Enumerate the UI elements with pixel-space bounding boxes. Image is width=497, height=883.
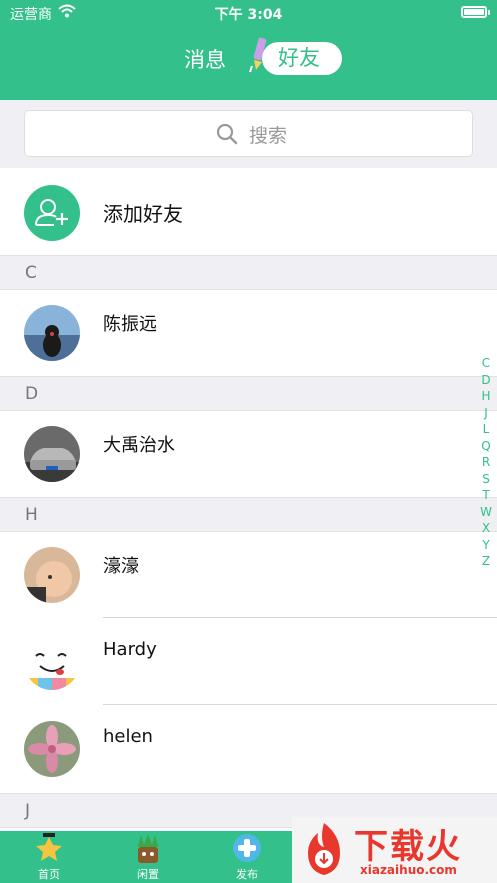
index-letter[interactable]: L bbox=[479, 421, 493, 438]
search-bar: 搜索 bbox=[0, 100, 497, 168]
search-icon bbox=[216, 123, 238, 145]
tab-publish[interactable]: 发布 bbox=[212, 831, 282, 883]
tab-friends[interactable]: 好友 bbox=[262, 42, 342, 75]
index-letter[interactable]: Z bbox=[479, 553, 493, 570]
watermark-logo: 下载火 xiazaihuo.com bbox=[292, 817, 497, 883]
contact-row[interactable]: Hardy bbox=[0, 619, 497, 705]
contact-name: 大禹治水 bbox=[103, 435, 175, 456]
section-header-h: H bbox=[0, 497, 497, 532]
add-friend-row[interactable]: 添加好友 bbox=[0, 169, 497, 255]
contact-row[interactable]: 大禹治水 bbox=[0, 411, 497, 497]
section-header-d: D bbox=[0, 376, 497, 411]
index-letter[interactable]: J bbox=[479, 405, 493, 422]
index-letter[interactable]: R bbox=[479, 454, 493, 471]
index-letter[interactable]: Y bbox=[479, 537, 493, 554]
index-letter[interactable]: S bbox=[479, 471, 493, 488]
avatar bbox=[24, 721, 80, 777]
top-tabs: 消息 好友 bbox=[0, 37, 497, 76]
contact-row[interactable]: 陈振远 bbox=[0, 290, 497, 376]
search-placeholder: 搜索 bbox=[249, 125, 288, 147]
tab-messages[interactable]: 消息 bbox=[184, 44, 226, 74]
watermark-title: 下载火 bbox=[354, 827, 462, 867]
home-star-icon bbox=[36, 833, 62, 861]
contact-name: 陈振远 bbox=[103, 314, 157, 335]
index-letter[interactable]: C bbox=[479, 355, 493, 372]
contact-row[interactable]: helen bbox=[0, 706, 497, 792]
add-friend-icon bbox=[24, 185, 80, 241]
tab-publish-label: 发布 bbox=[236, 868, 258, 881]
index-letter[interactable]: W bbox=[479, 504, 493, 521]
idle-plant-icon bbox=[138, 834, 158, 863]
index-letter[interactable]: H bbox=[479, 388, 493, 405]
tab-home-label: 首页 bbox=[38, 868, 60, 881]
section-header-c: C bbox=[0, 255, 497, 290]
flame-logo-icon bbox=[308, 823, 340, 875]
watermark-subtitle: xiazaihuo.com bbox=[360, 863, 457, 877]
tab-idle-label: 闲置 bbox=[137, 868, 159, 881]
index-letter[interactable]: X bbox=[479, 520, 493, 537]
battery-icon bbox=[461, 6, 487, 18]
tab-home[interactable]: 首页 bbox=[14, 831, 84, 883]
publish-plus-icon bbox=[233, 834, 261, 862]
index-letter[interactable]: D bbox=[479, 372, 493, 389]
avatar bbox=[24, 305, 80, 361]
index-letter[interactable]: T bbox=[479, 487, 493, 504]
alphabet-index[interactable]: C D H J L Q R S T W X Y Z bbox=[479, 355, 493, 570]
tab-idle[interactable]: 闲置 bbox=[113, 831, 183, 883]
contact-name: Hardy bbox=[103, 639, 157, 660]
status-time: 下午 3:04 bbox=[214, 7, 283, 23]
status-bar: 运营商 下午 3:04 bbox=[0, 0, 497, 26]
avatar bbox=[24, 634, 80, 690]
search-input[interactable]: 搜索 bbox=[24, 110, 473, 157]
contact-name: 濠濠 bbox=[103, 556, 139, 577]
add-friend-label: 添加好友 bbox=[103, 202, 183, 226]
index-letter[interactable]: Q bbox=[479, 438, 493, 455]
contact-name: helen bbox=[103, 726, 153, 747]
avatar bbox=[24, 426, 80, 482]
contact-row[interactable]: 濠濠 bbox=[0, 532, 497, 618]
avatar bbox=[24, 547, 80, 603]
